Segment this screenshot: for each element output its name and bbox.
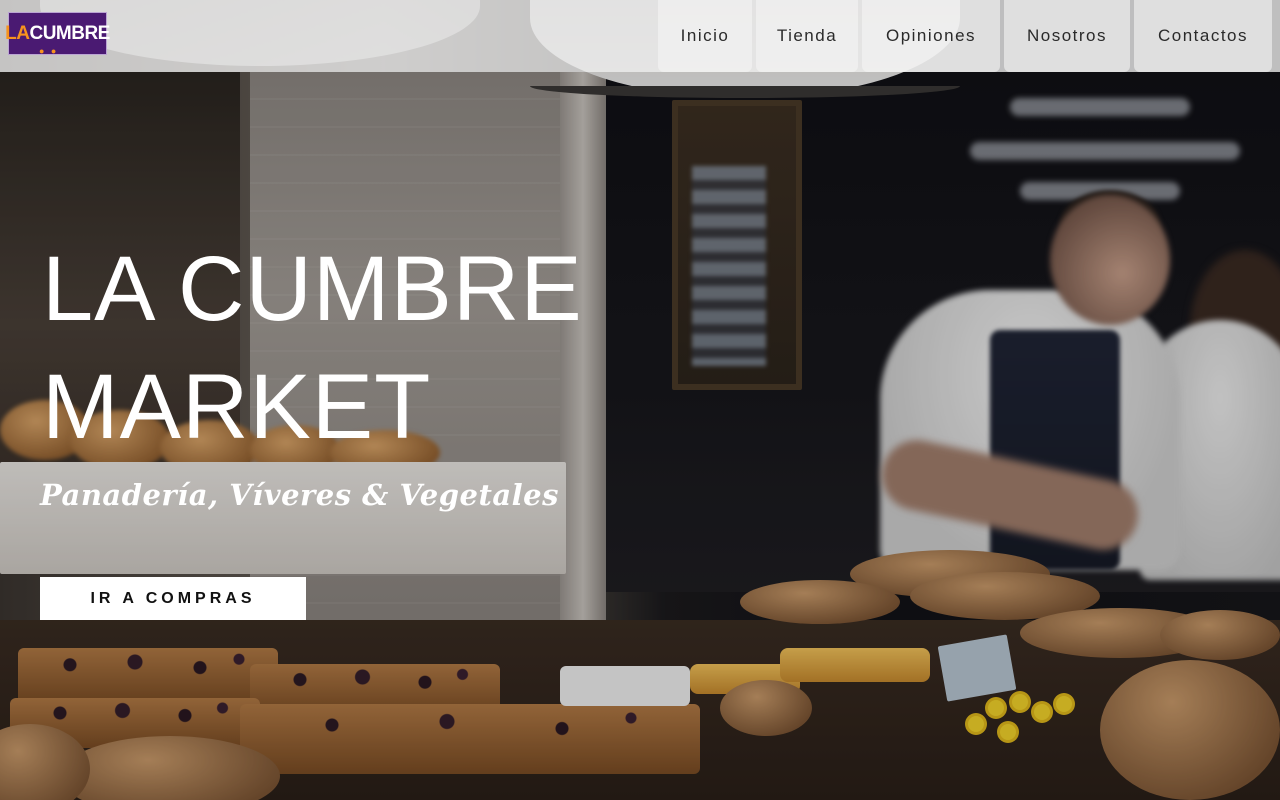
logo-wordmark: LACUMBRE bbox=[5, 24, 110, 43]
nav-item-opiniones[interactable]: Opiniones bbox=[862, 0, 1000, 72]
hero-title-line-2: MARKET bbox=[42, 356, 432, 458]
site-header: LACUMBRE ● ● Inicio Tienda Opiniones Nos… bbox=[0, 0, 1280, 72]
logo-cumbre-text: CUMBRE bbox=[29, 23, 110, 44]
hero-subtitle: Panadería, Víveres & Vegetales bbox=[40, 478, 559, 512]
go-shopping-button[interactable]: IR A COMPRAS bbox=[40, 577, 306, 620]
nav-item-tienda[interactable]: Tienda bbox=[756, 0, 858, 72]
brand-logo[interactable]: LACUMBRE ● ● bbox=[5, 12, 110, 56]
cart-wheels-icon: ● ● bbox=[39, 46, 59, 56]
hero-title-line-1: LA CUMBRE bbox=[42, 238, 583, 340]
nav-item-contactos[interactable]: Contactos bbox=[1134, 0, 1272, 72]
logo-la-text: LA bbox=[5, 23, 30, 44]
main-nav: Inicio Tienda Opiniones Nosotros Contact… bbox=[658, 0, 1272, 72]
nav-item-nosotros[interactable]: Nosotros bbox=[1004, 0, 1130, 72]
hero-title: LA CUMBRE MARKET bbox=[42, 230, 662, 466]
nav-item-inicio[interactable]: Inicio bbox=[658, 0, 752, 72]
